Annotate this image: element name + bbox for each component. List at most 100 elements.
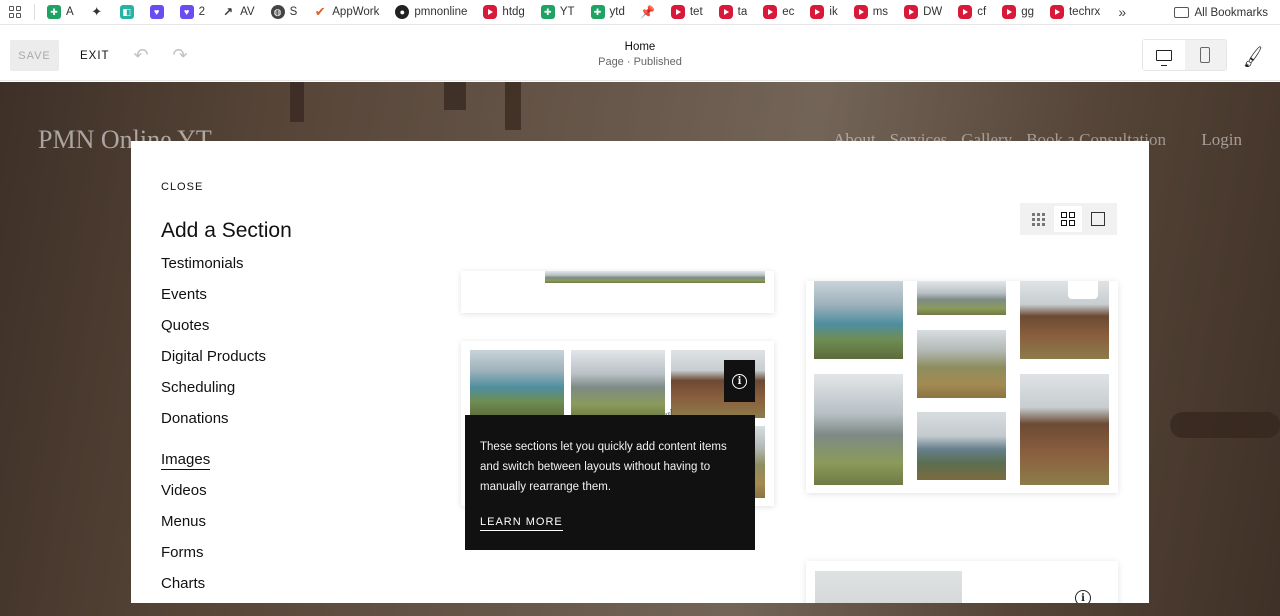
bookmarks-more-button[interactable]: » — [1108, 4, 1136, 20]
section-template-card[interactable] — [461, 271, 774, 313]
bookmark-yt[interactable]: ✚ YT — [533, 0, 583, 24]
bookmark-pmnonline[interactable]: ● pmnonline — [387, 0, 475, 24]
bookmark-ec[interactable]: ec — [755, 0, 802, 24]
sheets-icon: ✚ — [540, 5, 555, 19]
bookmark-s[interactable]: ◍ S — [263, 0, 306, 24]
bookmark-htdg[interactable]: htdg — [475, 0, 532, 24]
section-category-list: Testimonials Events Quotes Digital Produ… — [161, 254, 381, 603]
template-image — [470, 350, 564, 418]
info-icon[interactable]: i — [1075, 590, 1091, 603]
category-events[interactable]: Events — [161, 285, 381, 316]
youtube-icon — [670, 5, 685, 19]
all-bookmarks-button[interactable]: All Bookmarks — [1163, 0, 1280, 24]
youtube-icon — [904, 5, 919, 19]
youtube-icon — [810, 5, 825, 19]
desktop-view-button[interactable] — [1143, 40, 1185, 70]
bookmark-dw[interactable]: DW — [896, 0, 950, 24]
category-digital-products[interactable]: Digital Products — [161, 347, 381, 378]
category-label: Digital Products — [161, 348, 267, 365]
bookmark-label: ik — [829, 6, 838, 18]
youtube-icon — [1049, 5, 1064, 19]
bookmark-label: tet — [689, 6, 703, 18]
bookmark-label: gg — [1021, 6, 1034, 18]
bookmark-label: ec — [782, 6, 795, 18]
bookmarks-divider — [34, 4, 35, 20]
bookmark-tet[interactable]: tet — [663, 0, 711, 24]
youtube-icon — [853, 5, 868, 19]
bookmark-ta[interactable]: ta — [711, 0, 756, 24]
bookmark-chat[interactable]: ♥ — [142, 0, 172, 24]
category-videos[interactable]: Videos — [161, 481, 381, 512]
site-styles-brush-icon[interactable]: 🖌 — [1240, 45, 1266, 69]
bookmark-techrx[interactable]: techrx — [1042, 0, 1108, 24]
bookmark-teal[interactable]: ◧ — [112, 0, 142, 24]
category-menus[interactable]: Menus — [161, 512, 381, 543]
template-image — [545, 271, 765, 283]
bookmark-cf[interactable]: cf — [950, 0, 994, 24]
pin-icon: 📌 — [640, 5, 656, 19]
github-icon: ● — [395, 5, 410, 19]
bookmark-extension[interactable]: ✦ — [82, 0, 112, 24]
bookmark-appwork[interactable]: ✔ AppWork — [305, 0, 387, 24]
bookmark-apps[interactable] — [0, 0, 30, 24]
single-view-icon — [1091, 212, 1106, 226]
bookmark-ms[interactable]: ms — [846, 0, 896, 24]
add-section-modal: CLOSE Add a Section Testimonials Events … — [131, 141, 1149, 603]
template-image — [815, 571, 962, 603]
bookmark-label: ms — [872, 6, 889, 18]
template-image — [917, 281, 1006, 315]
large-view-button[interactable] — [1084, 206, 1112, 232]
bookmark-label: A — [66, 6, 74, 18]
youtube-icon — [763, 5, 778, 19]
bookmark-label: htdg — [502, 6, 525, 18]
category-charts[interactable]: Charts — [161, 574, 381, 603]
category-label: Scheduling — [161, 379, 236, 396]
bookmark-a[interactable]: ✚ A — [39, 0, 82, 24]
category-scheduling[interactable]: Scheduling — [161, 378, 381, 409]
bookmark-label: DW — [923, 6, 943, 18]
category-forms[interactable]: Forms — [161, 543, 381, 574]
desktop-icon — [1155, 49, 1172, 66]
teal-app-icon: ◧ — [119, 5, 134, 19]
youtube-icon — [718, 5, 733, 19]
bookmark-ytd[interactable]: ✚ ytd — [583, 0, 633, 24]
sheets-icon: ✚ — [590, 5, 605, 19]
bookmark-pin[interactable]: 📌 — [633, 0, 663, 24]
learn-more-link[interactable]: LEARN MORE — [480, 516, 563, 531]
bookmark-ik[interactable]: ik — [802, 0, 845, 24]
close-button[interactable]: CLOSE — [161, 181, 203, 193]
bookmark-label: techrx — [1068, 6, 1101, 18]
bookmark-av[interactable]: ↗ AV — [213, 0, 263, 24]
bookmark-label: 2 — [198, 6, 206, 18]
category-label: Events — [161, 286, 207, 303]
category-label: Forms — [161, 544, 204, 561]
category-label: Videos — [161, 482, 207, 499]
template-image — [917, 330, 1006, 398]
folder-icon — [1173, 7, 1189, 18]
tooltip-text: These sections let you quickly add conte… — [480, 441, 727, 493]
section-template-card[interactable]: i — [806, 561, 1118, 603]
small-grid-button[interactable] — [1025, 206, 1053, 232]
bookmark-gg[interactable]: gg — [994, 0, 1042, 24]
category-images[interactable]: Images — [161, 450, 381, 481]
modal-title: Add a Section — [161, 219, 292, 242]
bookmark-chat-2[interactable]: ♥ 2 — [172, 0, 213, 24]
medium-grid-button[interactable] — [1054, 206, 1083, 232]
category-quotes[interactable]: Quotes — [161, 316, 381, 347]
category-donations[interactable]: Donations — [161, 409, 381, 440]
page-title: Home — [624, 41, 656, 53]
bookmark-label: ta — [737, 6, 748, 18]
device-toggle — [1142, 39, 1227, 71]
apps-grid-icon — [8, 5, 22, 19]
youtube-icon — [1002, 5, 1017, 19]
bookmark-label: S — [289, 6, 298, 18]
section-template-card[interactable] — [806, 281, 1118, 493]
template-badge — [1068, 281, 1098, 299]
category-testimonials[interactable]: Testimonials — [161, 254, 381, 285]
mobile-view-button[interactable] — [1184, 40, 1226, 70]
chat-icon: ♥ — [179, 5, 194, 19]
template-info-button[interactable]: i — [724, 360, 755, 402]
bookmark-label: cf — [977, 6, 987, 18]
hand-cursor-icon: ☝ — [664, 407, 674, 424]
medium-grid-icon — [1061, 212, 1076, 226]
